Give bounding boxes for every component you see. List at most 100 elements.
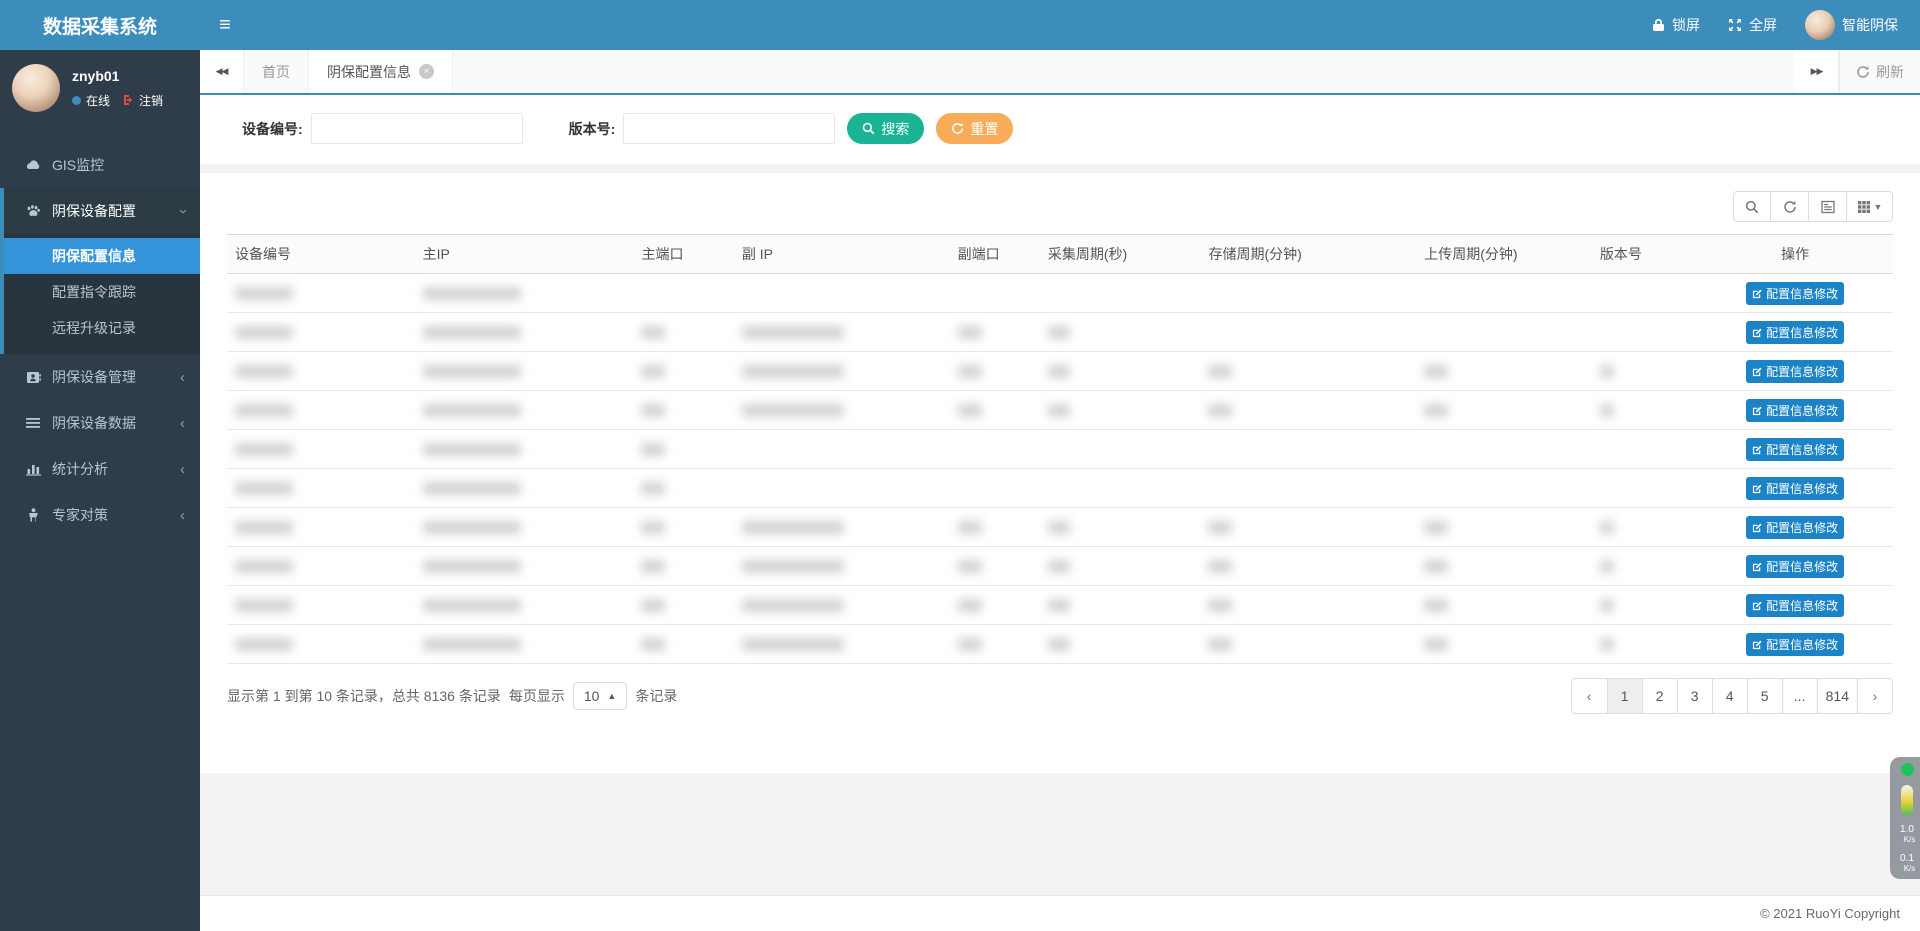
table-cell — [1040, 352, 1201, 391]
redacted-value — [1424, 599, 1448, 612]
tab-close-icon[interactable]: × — [419, 64, 434, 79]
table-cell — [1592, 391, 1697, 430]
table-row: 配置信息修改 — [227, 508, 1893, 547]
sidebar-item-2[interactable]: 阴保设备管理‹ — [0, 354, 200, 400]
edit-icon — [1752, 561, 1763, 572]
redacted-value — [1600, 638, 1614, 651]
sidebar-item-3[interactable]: 阴保设备数据‹ — [0, 400, 200, 446]
edit-config-button[interactable]: 配置信息修改 — [1746, 633, 1844, 656]
edit-config-button[interactable]: 配置信息修改 — [1746, 438, 1844, 461]
list-icon — [22, 417, 44, 429]
search-button[interactable]: 搜索 — [847, 113, 924, 144]
table-cell — [227, 469, 415, 508]
version-input[interactable] — [623, 113, 835, 144]
table-cell — [1200, 274, 1416, 313]
redacted-value — [1048, 638, 1070, 651]
redacted-value — [742, 599, 844, 612]
sidebar-subitem-1-0[interactable]: 阴保配置信息 — [4, 238, 200, 274]
page-button-2[interactable]: 2 — [1642, 679, 1677, 713]
column-header-9: 操作 — [1697, 235, 1893, 274]
sidebar-subitem-1-2[interactable]: 远程升级记录 — [4, 310, 200, 346]
double-left-icon: ◀◀ — [216, 66, 228, 77]
toolbar-detail-view-button[interactable] — [1809, 191, 1847, 222]
table-body: 配置信息修改配置信息修改配置信息修改配置信息修改配置信息修改配置信息修改配置信息… — [227, 274, 1893, 664]
chevron-left-icon: ‹ — [180, 415, 185, 432]
redacted-value — [1048, 365, 1070, 378]
address-book-icon — [22, 371, 44, 384]
config-table: 设备编号主IP主端口副 IP副端口采集周期(秒)存储周期(分钟)上传周期(分钟)… — [227, 234, 1893, 664]
logout-link[interactable]: 注销 — [139, 92, 163, 109]
sidebar-subitem-1-1[interactable]: 配置指令跟踪 — [4, 274, 200, 310]
table-cell — [734, 274, 950, 313]
table-cell — [950, 274, 1040, 313]
tab-refresh-button[interactable]: 刷新 — [1839, 50, 1920, 93]
edit-config-button[interactable]: 配置信息修改 — [1746, 282, 1844, 305]
column-header-1: 主IP — [415, 235, 634, 274]
pagination-bar: 显示第 1 到第 10 条记录，总共 8136 条记录 每页显示 10 ▲ 条记… — [227, 678, 1893, 714]
lock-screen-button[interactable]: 锁屏 — [1652, 15, 1700, 35]
device-code-input[interactable] — [311, 113, 523, 144]
table-toolbar: ▼ — [1733, 191, 1893, 222]
redacted-value — [1208, 521, 1232, 534]
table-cell — [415, 508, 634, 547]
redacted-value — [1208, 560, 1232, 573]
page-button-3[interactable]: 3 — [1677, 679, 1712, 713]
redacted-value — [1424, 560, 1448, 573]
page-ellipsis[interactable]: ... — [1782, 679, 1817, 713]
page-next-button[interactable]: › — [1857, 679, 1892, 713]
redacted-value — [423, 638, 521, 651]
page-button-1[interactable]: 1 — [1607, 679, 1642, 713]
fullscreen-button[interactable]: 全屏 — [1728, 15, 1777, 35]
sidebar-item-5[interactable]: 专家对策‹ — [0, 492, 200, 538]
edit-config-button[interactable]: 配置信息修改 — [1746, 477, 1844, 500]
table-cell — [633, 313, 733, 352]
redacted-value — [641, 560, 665, 573]
table-cell — [1040, 313, 1201, 352]
sidebar-avatar[interactable] — [12, 64, 60, 112]
toolbar-columns-button[interactable]: ▼ — [1847, 191, 1893, 222]
page-button-4[interactable]: 4 — [1712, 679, 1747, 713]
toolbar-search-button[interactable] — [1733, 191, 1771, 222]
redacted-value — [1424, 365, 1448, 378]
reset-button[interactable]: 重置 — [936, 113, 1013, 144]
redacted-value — [235, 404, 293, 417]
user-menu[interactable]: 智能阴保 — [1805, 10, 1898, 40]
sidebar-item-1[interactable]: 阴保设备配置‹ — [4, 188, 200, 234]
search-button-label: 搜索 — [881, 119, 909, 139]
redacted-value — [423, 443, 521, 456]
page-button-5[interactable]: 5 — [1747, 679, 1782, 713]
table-row: 配置信息修改 — [227, 625, 1893, 664]
edit-config-button[interactable]: 配置信息修改 — [1746, 360, 1844, 383]
redacted-value — [641, 521, 665, 534]
page-size-dropdown[interactable]: 10 ▲ — [573, 682, 628, 710]
table-row: 配置信息修改 — [227, 352, 1893, 391]
sidebar-item-4[interactable]: 统计分析‹ — [0, 446, 200, 492]
table-row: 配置信息修改 — [227, 547, 1893, 586]
edit-config-button[interactable]: 配置信息修改 — [1746, 516, 1844, 539]
table-cell — [633, 352, 733, 391]
toolbar-refresh-button[interactable] — [1771, 191, 1809, 222]
network-speed-widget[interactable]: 1.0 ↑K/s 0.1 ↓K/s — [1890, 757, 1920, 879]
table-cell — [1416, 469, 1592, 508]
table-cell — [1200, 391, 1416, 430]
table-cell — [950, 391, 1040, 430]
edit-config-button[interactable]: 配置信息修改 — [1746, 321, 1844, 344]
chevron-left-icon: ‹ — [180, 461, 185, 478]
page-button-814[interactable]: 814 — [1817, 679, 1857, 713]
sidebar-item-label: 阴保设备配置 — [52, 201, 136, 221]
sidebar-toggle-button[interactable]: ≡ — [200, 0, 250, 50]
sidebar-item-0[interactable]: GIS监控 — [0, 142, 200, 188]
tab-home[interactable]: 首页 — [244, 50, 309, 93]
table-cell — [1592, 430, 1697, 469]
edit-config-button[interactable]: 配置信息修改 — [1746, 399, 1844, 422]
tab-active[interactable]: 阴保配置信息 × — [309, 50, 453, 93]
version-label: 版本号: — [569, 119, 616, 139]
edit-icon — [1752, 366, 1763, 377]
redacted-value — [641, 638, 665, 651]
page-content: 设备编号: 版本号: 搜索 重置 — [200, 95, 1920, 931]
tabs-scroll-left-button[interactable]: ◀◀ — [200, 50, 244, 93]
tabs-scroll-right-button[interactable]: ▶▶ — [1795, 50, 1839, 93]
edit-config-button[interactable]: 配置信息修改 — [1746, 555, 1844, 578]
page-prev-button[interactable]: ‹ — [1572, 679, 1607, 713]
edit-config-button[interactable]: 配置信息修改 — [1746, 594, 1844, 617]
